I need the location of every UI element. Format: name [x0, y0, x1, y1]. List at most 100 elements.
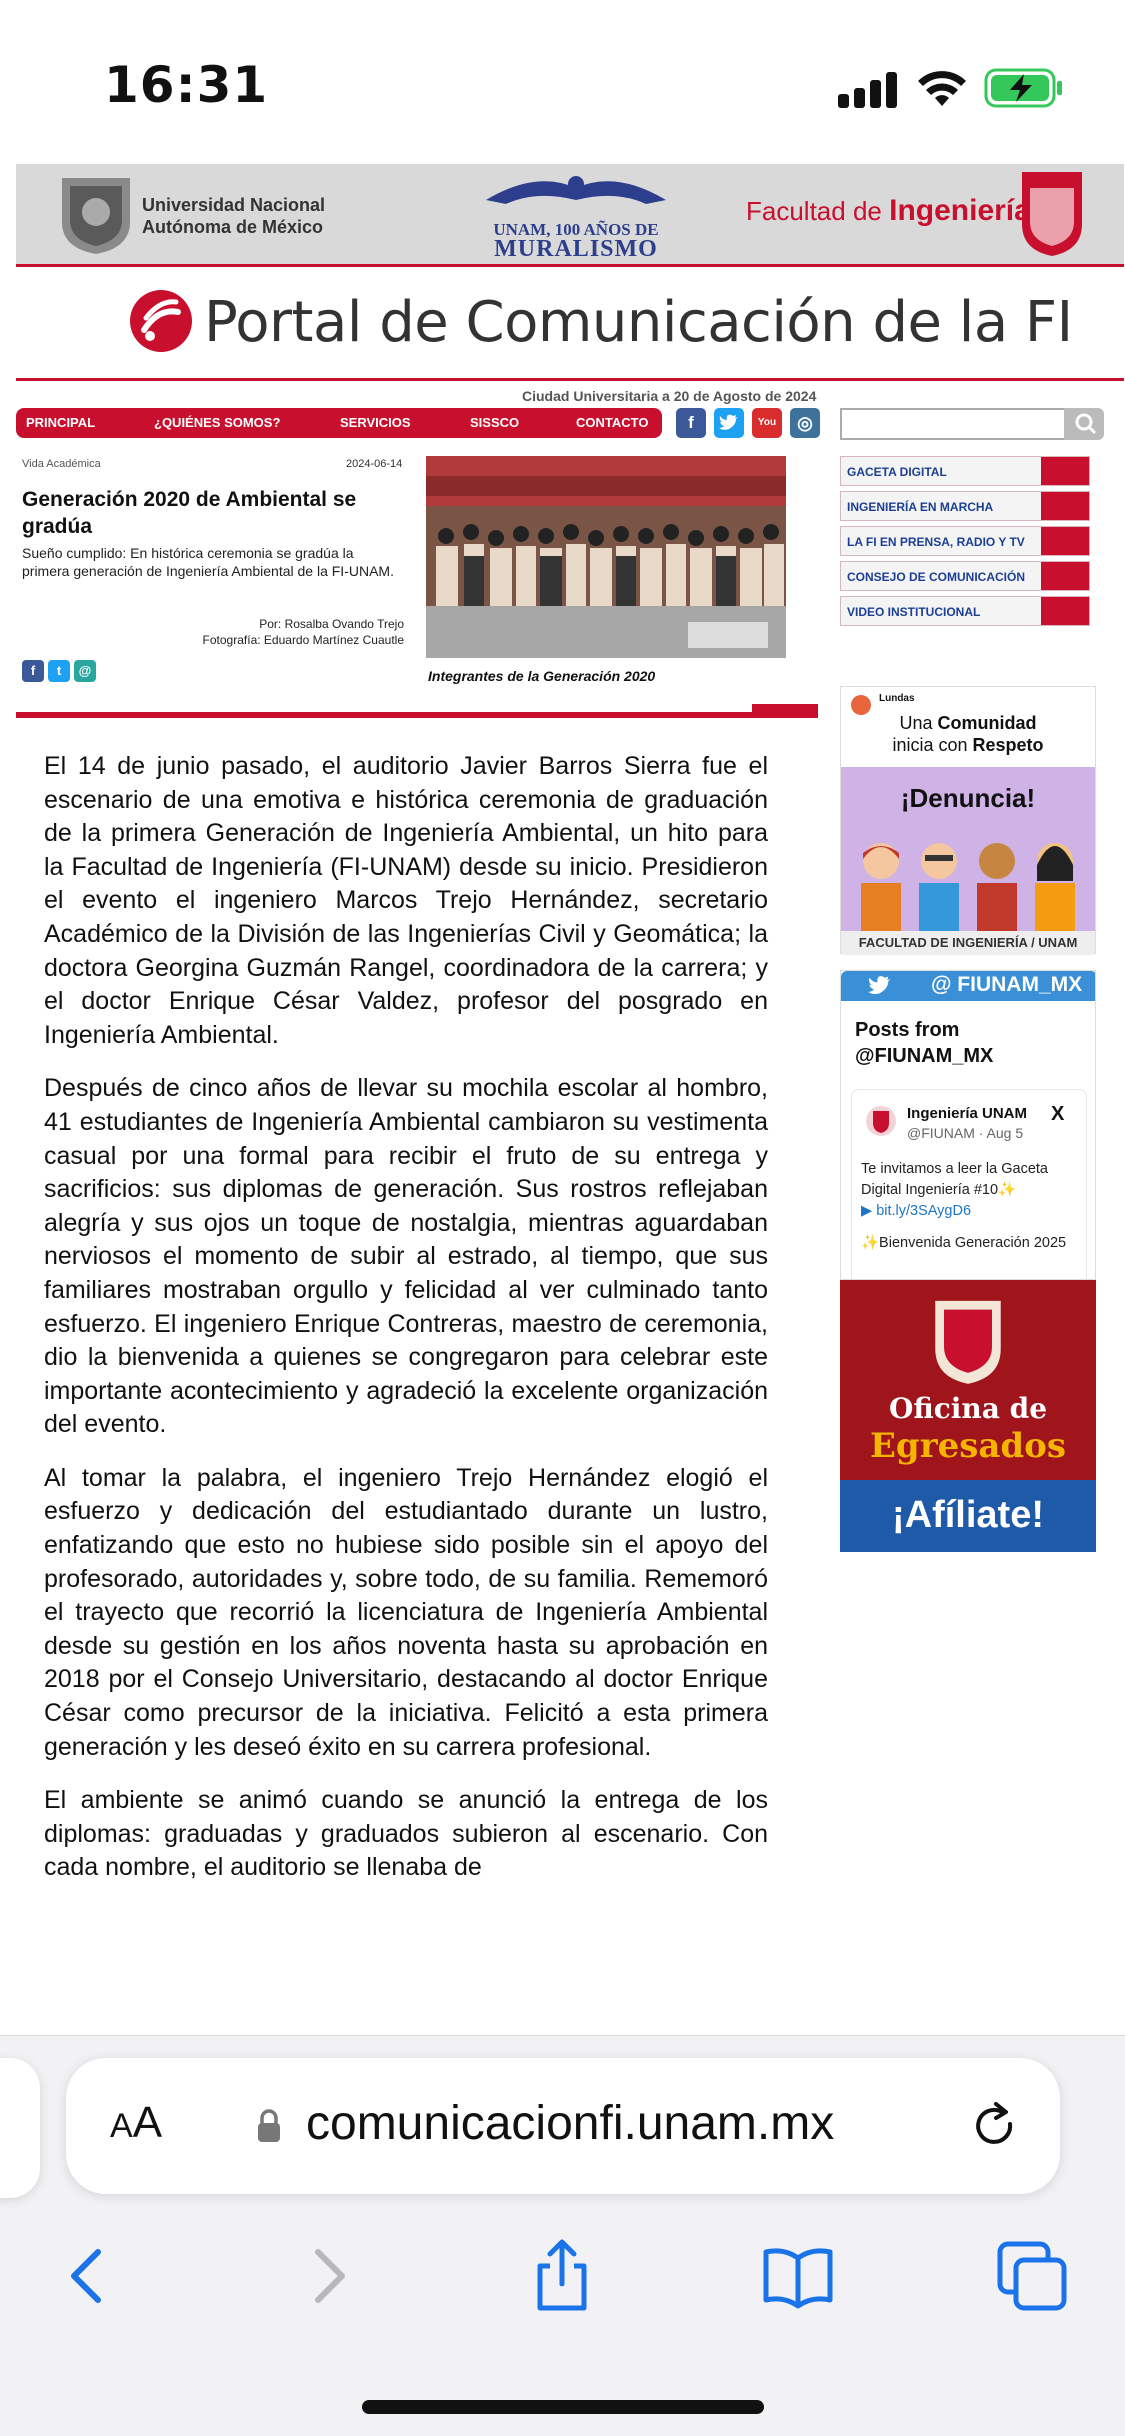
nav-principal[interactable]: PRINCIPAL	[26, 415, 95, 430]
article-author: Por: Rosalba Ovando Trejo	[259, 617, 404, 631]
unam-header: Universidad Nacional Autónoma de México …	[16, 164, 1124, 264]
portal-logo-icon	[130, 290, 192, 352]
people-illustration-icon	[861, 843, 1075, 931]
muralismo-logo: UNAM, 100 AÑOS DE MURALISMO	[476, 170, 676, 262]
unam-shield-icon	[62, 178, 130, 254]
search-button[interactable]	[1064, 408, 1104, 440]
denuncia-banner: ¡Denuncia!	[841, 767, 1095, 931]
tweet-body: Te invitamos a leer la Gaceta Digital In…	[861, 1161, 1048, 1198]
reload-icon[interactable]	[966, 2098, 1024, 2156]
article-credits: Por: Rosalba Ovando Trejo Fotografía: Ed…	[120, 616, 404, 648]
tabs-icon[interactable]	[994, 2236, 1074, 2316]
sidebar-link-consejo[interactable]: CONSEJO DE COMUNICACIÓN	[840, 561, 1090, 591]
reader-settings-button[interactable]: AA	[110, 2098, 162, 2148]
share-icon[interactable]	[522, 2236, 602, 2316]
tweet-text: Te invitamos a leer la Gaceta Digital In…	[861, 1159, 1087, 1222]
url-text: comunicacionfi.unam.mx	[306, 2097, 835, 2150]
denuncia-line1: Una Comunidad	[841, 713, 1095, 734]
twitter-handle: @ FIUNAM_MX	[931, 973, 1083, 996]
lock-icon	[258, 2109, 280, 2142]
wifi-icon	[918, 71, 966, 106]
back-icon[interactable]	[48, 2236, 128, 2316]
article-paragraph: El ambiente se animó cuando se anunció l…	[44, 1786, 768, 1882]
divider	[16, 378, 1124, 381]
article-photographer: Fotografía: Eduardo Martínez Cuautle	[202, 633, 404, 647]
denuncia-line2-a: inicia con	[892, 735, 968, 755]
facebook-icon[interactable]: f	[676, 408, 706, 438]
search-input[interactable]	[840, 408, 1066, 440]
tweet-link[interactable]: ▶ bit.ly/3SAygD6	[861, 1203, 971, 1219]
youtube-icon[interactable]: You	[752, 408, 782, 438]
web-page: Universidad Nacional Autónoma de México …	[0, 160, 1125, 2035]
sidebar-link-ingenieria-en-marcha[interactable]: INGENIERÍA EN MARCHA	[840, 491, 1090, 521]
egresados-ad[interactable]: Oficina de Egresados ¡Afíliate!	[840, 1280, 1096, 1552]
twitter-icon[interactable]	[714, 408, 744, 438]
twitter-bird-icon	[868, 976, 891, 995]
home-indicator[interactable]	[362, 2400, 764, 2414]
tweet-text-2: ✨Bienvenida Generación 2025	[861, 1235, 1067, 1251]
address-bar[interactable]: AA comunicacionfi.unam.mx	[66, 2058, 1060, 2194]
cellular-signal-icon	[838, 72, 900, 108]
article-category: Vida Académica	[22, 458, 101, 470]
previous-tab-preview[interactable]	[0, 2058, 40, 2198]
denuncia-line2: inicia con Respeto	[841, 735, 1095, 756]
denuncia-line1-a: Una	[899, 713, 933, 733]
share-facebook-icon[interactable]: f	[22, 660, 44, 682]
date-line: Ciudad Universitaria a 20 de Agosto de 2…	[522, 388, 817, 404]
sidebar-link-video[interactable]: VIDEO INSTITUCIONAL	[840, 596, 1090, 626]
denuncia-brand: Lundas	[879, 693, 915, 704]
share-twitter-icon[interactable]: t	[48, 660, 70, 682]
twitter-widget[interactable]: @ FIUNAM_MX Posts from @FIUNAM_MX Ingeni…	[840, 970, 1096, 1280]
instagram-icon[interactable]: ◎	[790, 408, 820, 438]
people-icon	[1041, 562, 1089, 590]
denuncia-line1-b: Comunidad	[937, 713, 1037, 733]
divider	[16, 712, 818, 718]
article-date: 2024-06-14	[346, 458, 403, 470]
nav-sissco[interactable]: SISSCO	[470, 415, 519, 430]
twitter-posts-line2: @FIUNAM_MX	[855, 1045, 994, 1067]
twitter-posts-title: Posts from @FIUNAM_MX	[855, 1017, 993, 1069]
egresados-cta: ¡Afíliate!	[840, 1480, 1096, 1552]
divider	[16, 264, 1124, 267]
microphone-icon	[1041, 527, 1089, 555]
status-bar: 16:31	[0, 0, 1125, 160]
sidebar-link-label: LA FI EN PRENSA, RADIO Y TV	[847, 535, 1025, 549]
article-photo[interactable]	[426, 456, 786, 658]
denuncia-ad[interactable]: Lundas Una Comunidad inicia con Respeto …	[840, 686, 1096, 955]
nav-contacto[interactable]: CONTACTO	[576, 415, 648, 430]
play-icon	[1041, 597, 1089, 625]
denuncia-footer: FACULTAD DE INGENIERÍA / UNAM	[841, 931, 1095, 955]
article-body: El 14 de junio pasado, el auditorio Javi…	[44, 750, 768, 1905]
photo-caption: Integrantes de la Generación 2020	[428, 668, 656, 684]
tweet-author: Ingeniería UNAM	[907, 1105, 1028, 1122]
sidebar-link-gaceta[interactable]: GACETA DIGITAL	[840, 456, 1090, 486]
tweet-avatar	[866, 1106, 896, 1136]
share-email-icon[interactable]: @	[74, 660, 96, 682]
unam-name: Universidad Nacional Autónoma de México	[142, 194, 325, 238]
bookmarks-icon[interactable]	[758, 2236, 838, 2316]
fi-shield-icon	[1022, 172, 1082, 256]
nav-quienes-somos[interactable]: ¿QUIÉNES SOMOS?	[154, 415, 280, 430]
forward-icon[interactable]	[288, 2236, 368, 2316]
twitter-widget-header: @ FIUNAM_MX	[841, 971, 1095, 1001]
sidebar-link-prensa[interactable]: LA FI EN PRENSA, RADIO Y TV	[840, 526, 1090, 556]
facultad-ingenieria: Ingeniería	[889, 194, 1031, 227]
egresados-line1: Oficina de	[888, 1392, 1048, 1425]
browser-toolbar: AA comunicacionfi.unam.mx	[0, 2035, 1125, 2436]
unam-name-line2: Autónoma de México	[142, 217, 324, 237]
main-nav: PRINCIPAL ¿QUIÉNES SOMOS? SERVICIOS SISS…	[16, 408, 662, 438]
egresados-afiliate: ¡Afíliate!	[892, 1494, 1044, 1536]
search-icon	[1075, 413, 1097, 435]
facultad-prefix: Facultad de	[746, 196, 882, 226]
egresados-banner: Oficina de Egresados	[840, 1280, 1096, 1480]
nav-servicios[interactable]: SERVICIOS	[340, 415, 411, 430]
article-paragraph: Después de cinco años de llevar su mochi…	[44, 1074, 768, 1439]
facultad-name: Facultad de Ingeniería	[746, 194, 1031, 228]
gaceta-digital-icon	[1041, 457, 1089, 485]
tweet-link-text: bit.ly/3SAygD6	[876, 1203, 972, 1219]
x-logo-icon: X	[1051, 1103, 1065, 1125]
sidebar-link-label: INGENIERÍA EN MARCHA	[847, 500, 994, 514]
denuncia-title: ¡Denuncia!	[900, 783, 1036, 813]
sidebar-link-label: VIDEO INSTITUCIONAL	[847, 605, 981, 619]
article-summary: Sueño cumplido: En histórica ceremonia s…	[22, 545, 394, 579]
